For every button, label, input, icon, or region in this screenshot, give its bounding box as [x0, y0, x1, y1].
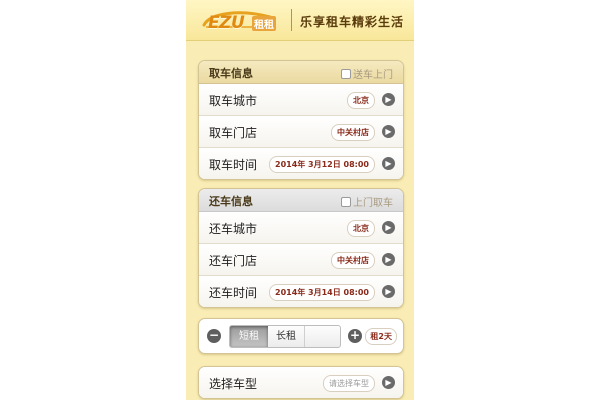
car-model-label: 选择车型: [209, 377, 258, 391]
minus-button[interactable]: −: [207, 329, 221, 343]
pickup-city-value: 北京: [347, 92, 375, 109]
chevron-right-icon[interactable]: ▶: [382, 285, 395, 298]
pickup-time-value: 2014年 3月12日 08:00: [269, 156, 375, 173]
car-model-placeholder: 请选择车型: [323, 375, 375, 392]
car-model-card: 选择车型 请选择车型 ▶: [198, 366, 404, 399]
return-store-row[interactable]: 还车门店 中关村店 ▶: [199, 244, 403, 276]
row-label: 取车时间: [209, 158, 258, 172]
return-info-card: 还车信息 上门取车 还车城市 北京 ▶ 还车门店 中关村店 ▶ 还车时间 201…: [198, 188, 404, 308]
return-card-title: 还车信息: [209, 195, 253, 208]
collection-checkbox[interactable]: 上门取车: [341, 194, 393, 209]
slogan: 乐享租车精彩生活: [300, 15, 405, 29]
rental-type-segmented-control: 短租 长租: [229, 325, 341, 348]
pickup-card-title: 取车信息: [209, 67, 253, 80]
pickup-info-card: 取车信息 送车上门 取车城市 北京 ▶ 取车门店 中关村店 ▶ 取车时间 201…: [198, 60, 404, 180]
tab-long-term[interactable]: 长租: [268, 326, 305, 347]
return-card-header: 还车信息 上门取车: [199, 189, 403, 212]
delivery-checkbox[interactable]: 送车上门: [341, 66, 393, 81]
car-model-row[interactable]: 选择车型 请选择车型 ▶: [199, 367, 403, 398]
row-label: 还车门店: [209, 254, 258, 268]
pickup-time-row[interactable]: 取车时间 2014年 3月12日 08:00 ▶: [199, 148, 403, 179]
checkbox-icon[interactable]: [341, 197, 351, 207]
chevron-right-icon[interactable]: ▶: [382, 376, 395, 389]
row-label: 取车门店: [209, 126, 258, 140]
pickup-card-header: 取车信息 送车上门: [199, 61, 403, 84]
plus-button[interactable]: +: [348, 329, 362, 343]
rental-duration-badge: 租2天: [365, 328, 397, 345]
checkbox-icon[interactable]: [341, 69, 351, 79]
collection-checkbox-label: 上门取车: [353, 198, 393, 209]
row-label: 取车城市: [209, 94, 258, 108]
return-time-row[interactable]: 还车时间 2014年 3月14日 08:00 ▶: [199, 276, 403, 307]
return-time-value: 2014年 3月14日 08:00: [269, 284, 375, 301]
app-header: EZU 租租 乐享租车精彩生活: [186, 0, 414, 41]
logo-subtext: 租租: [252, 16, 276, 31]
chevron-right-icon[interactable]: ▶: [382, 157, 395, 170]
header-divider: [291, 9, 292, 31]
chevron-right-icon[interactable]: ▶: [382, 221, 395, 234]
logo-text: EZU: [208, 13, 245, 33]
row-label: 还车时间: [209, 286, 258, 300]
pickup-city-row[interactable]: 取车城市 北京 ▶: [199, 84, 403, 116]
return-city-value: 北京: [347, 220, 375, 237]
tab-short-term[interactable]: 短租: [230, 326, 268, 347]
app-screen: EZU 租租 乐享租车精彩生活 取车信息 送车上门 取车城市 北京 ▶ 取车门店…: [186, 0, 414, 400]
pickup-store-value: 中关村店: [331, 124, 375, 141]
delivery-checkbox-label: 送车上门: [353, 70, 393, 81]
rental-type-stepper: − 短租 长租 + 租2天: [198, 318, 404, 354]
chevron-right-icon[interactable]: ▶: [382, 125, 395, 138]
pickup-store-row[interactable]: 取车门店 中关村店 ▶: [199, 116, 403, 148]
chevron-right-icon[interactable]: ▶: [382, 253, 395, 266]
chevron-right-icon[interactable]: ▶: [382, 93, 395, 106]
return-city-row[interactable]: 还车城市 北京 ▶: [199, 212, 403, 244]
brand-logo: EZU 租租: [200, 7, 278, 33]
return-store-value: 中关村店: [331, 252, 375, 269]
row-label: 还车城市: [209, 222, 258, 236]
